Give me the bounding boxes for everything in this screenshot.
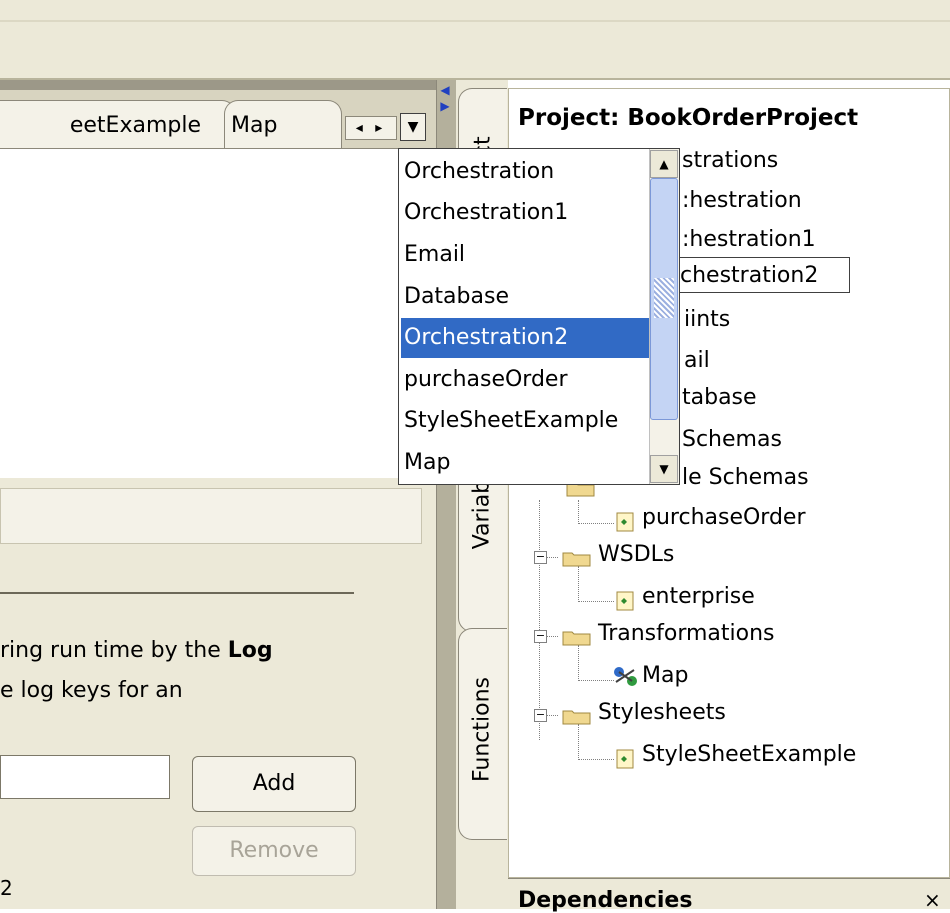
properties-separator: [0, 592, 354, 594]
scroll-up-icon[interactable]: ▲: [650, 150, 678, 178]
tree-connector: [578, 500, 579, 524]
stray-text: 2: [0, 876, 13, 900]
dropdown-item-orchestration2[interactable]: Orchestration2: [401, 318, 649, 358]
toolbar: [0, 0, 950, 80]
tree-connector: [578, 645, 579, 681]
tree-expander[interactable]: −: [534, 630, 547, 643]
tree-connector: [578, 566, 579, 602]
tree-item-orchestration[interactable]: :hestration: [682, 188, 802, 213]
tree-item-flatfile-schemas[interactable]: le Schemas: [682, 465, 809, 490]
tree-item-map[interactable]: Map: [642, 663, 688, 688]
remove-button[interactable]: Remove: [192, 826, 356, 876]
folder-icon: [562, 548, 592, 567]
dropdown-item-email[interactable]: Email: [401, 235, 649, 275]
tree-item-stylesheetexample[interactable]: StyleSheetExample: [642, 742, 856, 767]
tree-item-wsdls[interactable]: WSDLs: [598, 542, 674, 567]
map-transform-icon: [612, 666, 640, 686]
schema-file-icon: [616, 512, 634, 532]
editor-canvas[interactable]: [0, 148, 436, 478]
scroll-down-icon[interactable]: ▼: [650, 455, 678, 483]
tree-item-endpoints[interactable]: iints: [684, 307, 730, 332]
side-tab-functions[interactable]: Functions: [458, 628, 507, 840]
tree-connector: [546, 636, 558, 637]
tree-expander[interactable]: −: [534, 551, 547, 564]
log-key-input[interactable]: [0, 755, 170, 799]
stylesheet-file-icon: [616, 749, 634, 769]
tab-list-menu-button[interactable]: ▼: [400, 113, 426, 141]
tree-item-enterprise[interactable]: enterprise: [642, 584, 755, 609]
tree-connector: [539, 500, 540, 740]
log-description-line2: e log keys for an: [0, 678, 183, 703]
dropdown-item-orchestration1[interactable]: Orchestration1: [401, 193, 649, 233]
tree-item-orchestrations[interactable]: strations: [682, 148, 778, 173]
tree-connector: [546, 715, 558, 716]
tree-item-purchaseorder[interactable]: purchaseOrder: [642, 505, 806, 530]
tree-item-transformations[interactable]: Transformations: [598, 621, 775, 646]
tree-connector: [578, 601, 614, 602]
tree-connector: [578, 759, 614, 760]
tab-label: Map: [231, 113, 278, 138]
tree-item-orchestration1[interactable]: :hestration1: [682, 227, 816, 252]
tree-item-orchestration2[interactable]: chestration2: [680, 263, 818, 288]
log-description-line1: ring run time by the Log: [0, 638, 273, 663]
dependencies-title: Dependencies: [518, 888, 693, 913]
toolbar-divider: [0, 20, 950, 22]
tree-connector: [578, 724, 579, 760]
collapse-arrows-icon[interactable]: ◀ ▶: [438, 82, 452, 118]
dropdown-item-orchestration[interactable]: Orchestration: [401, 152, 649, 192]
tree-expander[interactable]: −: [534, 709, 547, 722]
tree-connector: [578, 523, 614, 524]
tree-connector: [546, 557, 558, 558]
dropdown-item-database[interactable]: Database: [401, 277, 649, 317]
tree-item-database[interactable]: tabase: [682, 385, 757, 410]
project-title: Project: BookOrderProject: [518, 105, 859, 131]
tree-item-stylesheets[interactable]: Stylesheets: [598, 700, 726, 725]
dropdown-item-map[interactable]: Map: [401, 443, 649, 483]
add-button[interactable]: Add: [192, 756, 356, 812]
tree-item-email[interactable]: ail: [684, 348, 710, 373]
folder-icon: [562, 706, 592, 725]
folder-icon: [562, 627, 592, 646]
close-icon[interactable]: ×: [924, 888, 941, 912]
tree-connector: [578, 680, 614, 681]
scrollbar-grip: [654, 278, 674, 318]
dropdown-item-stylesheetexample[interactable]: StyleSheetExample: [401, 401, 649, 441]
dropdown-item-purchaseorder[interactable]: purchaseOrder: [401, 360, 649, 400]
properties-header: [0, 488, 422, 544]
tree-item-schemas[interactable]: Schemas: [682, 427, 782, 452]
tab-label: eetExample: [69, 113, 201, 138]
tab-scroll-arrows[interactable]: ◂ ▸: [345, 116, 397, 140]
wsdl-file-icon: [616, 591, 634, 611]
editor-header: [0, 80, 436, 90]
